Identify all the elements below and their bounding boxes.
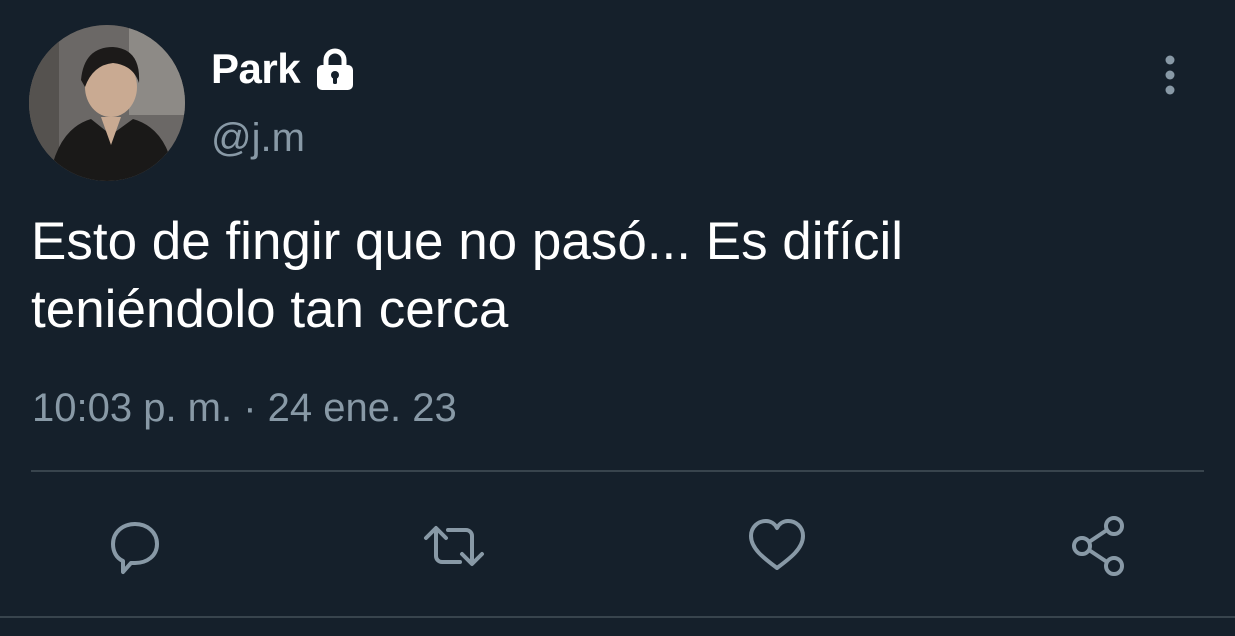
lock-icon (312, 46, 358, 92)
divider-bottom (0, 616, 1235, 618)
retweet-icon[interactable] (422, 514, 486, 578)
heart-icon[interactable] (745, 514, 809, 578)
share-icon[interactable] (1066, 514, 1130, 578)
tweet-text: Esto de fingir que no pasó... Es difícil… (31, 208, 1181, 344)
display-name-row: Park (211, 42, 358, 96)
divider (31, 470, 1204, 472)
display-name[interactable]: Park (211, 45, 301, 93)
user-handle[interactable]: @j.m (211, 116, 305, 161)
avatar-photo (29, 25, 185, 181)
avatar[interactable] (29, 25, 185, 181)
tweet-text-line: teniéndolo tan cerca (31, 280, 509, 339)
reply-icon[interactable] (103, 514, 167, 578)
tweet-text-line: Esto de fingir que no pasó... Es difícil (31, 212, 904, 271)
tweet-timestamp[interactable]: 10:03 p. m. · 24 ene. 23 (32, 386, 457, 431)
more-vertical-icon[interactable] (1150, 52, 1190, 98)
tweet-card: Park @j.m Esto de fingir que no pasó... … (0, 0, 1235, 636)
